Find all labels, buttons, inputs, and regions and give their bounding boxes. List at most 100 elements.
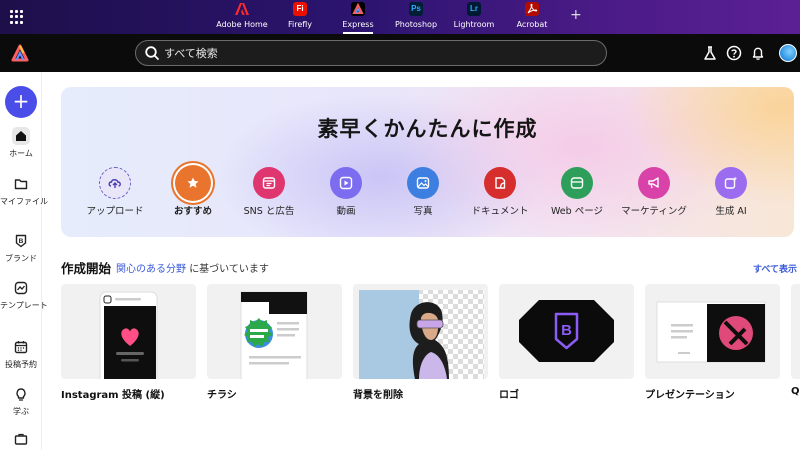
card-label: QR [791,386,800,397]
category-recommended[interactable]: おすすめ [154,165,232,218]
category-social-ads[interactable]: SNS と広告 [230,167,308,218]
card-label: ロゴ [499,390,519,401]
app-grid-icon[interactable] [10,10,24,24]
template-card-presentation[interactable]: プレゼンテーション [645,284,780,401]
template-card-qr[interactable]: QR [791,284,800,397]
svg-text:B: B [19,238,24,245]
sidebar-item-home[interactable]: ホーム [0,127,42,159]
acrobat-logo-icon [525,2,539,16]
search-bar[interactable] [135,40,607,66]
social-ads-icon [253,167,285,199]
category-label: ドキュメント [471,206,529,217]
category-label: アップロード [86,206,144,217]
section-title: 作成開始 [61,261,112,276]
avatar[interactable] [779,44,797,62]
category-label: 生成 AI [715,206,747,217]
folder-icon [14,179,28,190]
card-thumbnail [61,284,196,379]
sidebar-item-my-files[interactable]: マイファイル [0,175,48,207]
interests-link[interactable]: 関心のある分野 [116,264,186,275]
document-icon [484,167,516,199]
app-label: Adobe Home [216,20,268,29]
category-label: 動画 [336,206,356,217]
template-icon [14,281,28,295]
sidebar-item-label: テンプレート [0,301,48,310]
megaphone-icon [638,167,670,199]
webpage-icon [561,167,593,199]
briefcase-icon [14,433,28,445]
sidebar-item-schedule[interactable]: 投稿予約 [0,338,42,370]
flask-icon[interactable] [702,45,718,61]
express-logo-icon[interactable] [10,43,30,63]
sparkle-image-icon [715,167,747,199]
instagram-post-preview [99,291,158,379]
search-icon [145,46,159,60]
lightbulb-icon [16,388,26,401]
app-lightroom[interactable]: Lr Lightroom [444,2,504,34]
category-label: マーケティング [621,206,687,217]
home-icon [12,127,30,145]
category-generative-ai[interactable]: 生成 AI [692,167,770,218]
remove-background-preview [359,290,484,379]
card-label: Instagram 投稿 (縦) [61,390,165,401]
app-acrobat[interactable]: Acrobat [502,2,562,34]
sidebar-item-templates[interactable]: テンプレート [0,279,48,311]
template-card-flyer[interactable]: チラシ [207,284,342,401]
adobe-logo-icon [235,3,249,15]
brand-icon: B [15,234,27,248]
see-all-link[interactable]: すべて表示 [753,262,797,275]
card-thumbnail [207,284,342,379]
template-card-instagram[interactable]: Instagram 投稿 (縦) [61,284,196,401]
template-card-remove-background[interactable]: 背景を削除 [353,284,488,401]
logo-preview: B [519,300,614,362]
help-icon[interactable] [726,45,742,61]
sidebar-item-label: ブランド [5,254,37,263]
search-input[interactable] [164,44,584,62]
app-label: Firefly [287,20,313,29]
category-label: Web ページ [550,206,604,217]
card-label: 背景を削除 [353,390,403,401]
card-thumbnail [791,284,800,379]
sidebar-item-more[interactable] [0,430,42,448]
bell-icon[interactable] [750,45,766,61]
category-webpage[interactable]: Web ページ [538,167,616,218]
app-firefly[interactable]: Fi Firefly [270,2,330,34]
app-label: Express [342,20,374,29]
section-subtitle-text: に基づいています [189,264,269,275]
category-label: SNS と広告 [243,206,295,217]
app-adobe-home[interactable]: Adobe Home [212,2,272,34]
lightroom-logo-icon: Lr [467,2,481,16]
page-title: 素早くかんたんに作成 [317,117,538,141]
video-icon [330,167,362,199]
sidebar-item-label: 投稿予約 [5,360,37,369]
sidebar-item-label: ホーム [9,149,33,158]
create-new-button[interactable]: + [5,86,37,118]
category-document[interactable]: ドキュメント [461,167,539,218]
app-label: Lightroom [453,20,495,29]
section-subtitle: 関心のある分野 に基づいています [116,260,269,275]
card-thumbnail [353,284,488,379]
main-content: 素早くかんたんに作成 アップロード おすすめ SNS と広告 動画 写真 ドキュ… [42,72,800,450]
card-thumbnail [645,284,780,379]
photoshop-logo-icon: Ps [409,2,423,16]
sidebar-item-learn[interactable]: 学ぶ [0,385,42,417]
app-switcher-bar: Adobe Home Fi Firefly Express Ps Photosh… [0,0,800,34]
sidebar-item-label: マイファイル [0,197,48,206]
app-photoshop[interactable]: Ps Photoshop [386,2,446,34]
card-label: チラシ [207,390,237,401]
app-express[interactable]: Express [328,2,388,34]
quick-create-banner: 素早くかんたんに作成 アップロード おすすめ SNS と広告 動画 写真 ドキュ… [61,87,794,237]
svg-text:B: B [561,322,572,339]
presentation-preview [656,301,766,363]
category-marketing[interactable]: マーケティング [615,167,693,218]
category-upload[interactable]: アップロード [76,167,154,218]
template-card-logo[interactable]: B ロゴ [499,284,634,401]
app-label: Acrobat [516,20,548,29]
category-photo[interactable]: 写真 [384,167,462,218]
sidebar-item-label: 学ぶ [13,407,29,416]
add-app-button[interactable]: + [570,7,582,23]
sidebar-item-brand[interactable]: B ブランド [0,232,42,264]
calendar-icon [14,341,28,354]
category-video[interactable]: 動画 [307,167,385,218]
express-logo-icon [351,2,365,16]
